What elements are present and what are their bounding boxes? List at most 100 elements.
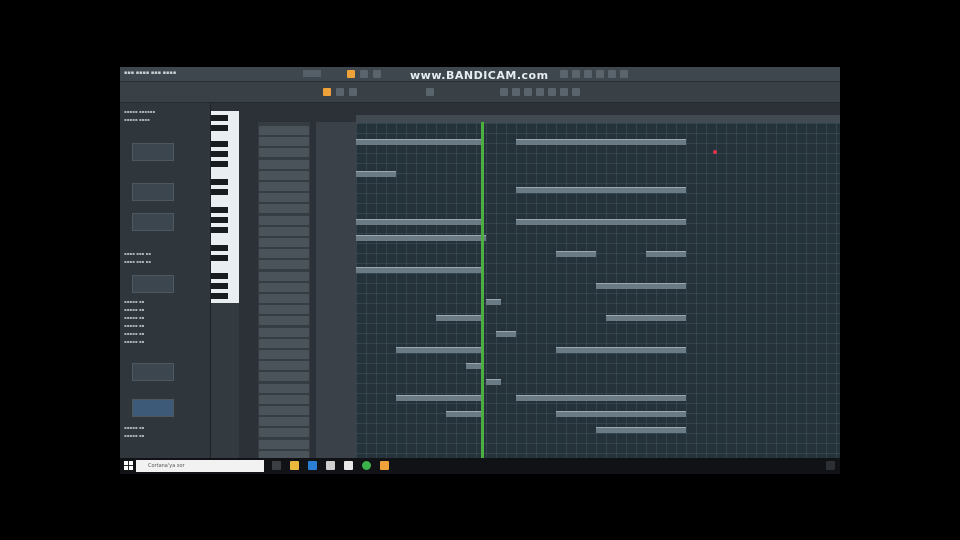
track-header[interactable] xyxy=(259,305,309,315)
track-header[interactable] xyxy=(259,350,309,359)
edge-icon[interactable] xyxy=(308,461,317,470)
tempo-display[interactable] xyxy=(303,70,321,77)
browser-item[interactable]: ▪▪▪▪▪ ▪▪ xyxy=(124,331,204,337)
browser-item[interactable]: ▪▪▪▪▪ ▪▪▪▪▪▪ xyxy=(124,109,204,115)
pattern-clip[interactable] xyxy=(516,395,686,401)
pattern-clip[interactable] xyxy=(396,395,484,401)
plugin-thumbnail[interactable] xyxy=(132,213,174,231)
pattern-clip[interactable] xyxy=(396,347,484,353)
pattern-clip[interactable] xyxy=(356,171,396,177)
pattern-clip[interactable] xyxy=(646,251,686,257)
toolbar-icon[interactable] xyxy=(596,70,604,78)
track-header[interactable] xyxy=(259,372,309,382)
track-header[interactable] xyxy=(259,316,309,326)
pattern-clip[interactable] xyxy=(516,187,686,193)
browser-item[interactable]: ▪▪▪▪▪ ▪▪ xyxy=(124,323,204,329)
toolbar-icon[interactable] xyxy=(512,88,520,96)
track-header[interactable] xyxy=(259,294,309,303)
pattern-clip[interactable] xyxy=(496,331,516,337)
pattern-clip[interactable] xyxy=(556,251,596,257)
pattern-clip[interactable] xyxy=(486,379,501,385)
track-header[interactable] xyxy=(259,271,309,281)
pattern-clip[interactable] xyxy=(466,363,481,369)
track-header[interactable] xyxy=(259,238,309,247)
pattern-clip[interactable] xyxy=(516,139,686,145)
play-button[interactable] xyxy=(360,70,368,78)
toolbar-icon[interactable] xyxy=(426,88,434,96)
task-view-icon[interactable] xyxy=(272,461,281,470)
toolbar-icon[interactable] xyxy=(548,88,556,96)
notification-icon[interactable] xyxy=(826,461,835,470)
playlist-grid[interactable] xyxy=(356,123,840,458)
pattern-clip[interactable] xyxy=(436,315,484,321)
toolbar-icon[interactable] xyxy=(349,88,357,96)
toolbar-icon[interactable] xyxy=(620,70,628,78)
plugin-thumbnail[interactable] xyxy=(132,275,174,293)
track-header[interactable] xyxy=(259,282,309,292)
menu-item[interactable]: ▪▪▪ ▪▪▪▪ ▪▪▪ ▪▪▪▪ xyxy=(124,70,176,76)
toolbar-icon[interactable] xyxy=(572,88,580,96)
track-header[interactable] xyxy=(259,338,309,348)
toolbar-icon[interactable] xyxy=(560,88,568,96)
browser-item[interactable]: ▪▪▪▪▪ ▪▪ xyxy=(124,307,204,313)
browser-item[interactable]: ▪▪▪▪▪ ▪▪ xyxy=(124,425,204,431)
track-header[interactable] xyxy=(259,406,309,415)
windows-start-icon[interactable] xyxy=(124,461,133,470)
record-button[interactable] xyxy=(347,70,355,78)
browser-item[interactable]: ▪▪▪▪▪ ▪▪ xyxy=(124,433,204,439)
store-icon[interactable] xyxy=(326,461,335,470)
pattern-clip[interactable] xyxy=(356,219,484,225)
browser-item[interactable]: ▪▪▪▪ ▪▪▪ ▪▪ xyxy=(124,251,204,257)
track-header[interactable] xyxy=(259,193,309,203)
track-header[interactable] xyxy=(259,137,309,147)
playhead-marker[interactable] xyxy=(481,122,484,458)
stop-button[interactable] xyxy=(373,70,381,78)
track-header[interactable] xyxy=(259,428,309,438)
plugin-thumbnail[interactable] xyxy=(132,143,174,161)
pattern-clip[interactable] xyxy=(556,411,686,417)
browser-item[interactable]: ▪▪▪▪▪ ▪▪▪▪ xyxy=(124,117,204,123)
track-header[interactable] xyxy=(259,383,309,393)
toolbar-icon[interactable] xyxy=(560,70,568,78)
pattern-mode-button[interactable] xyxy=(323,88,331,96)
track-header[interactable] xyxy=(259,215,309,225)
track-header[interactable] xyxy=(259,327,309,337)
pattern-clip[interactable] xyxy=(356,267,484,273)
track-header[interactable] xyxy=(259,226,309,236)
plugin-thumbnail[interactable] xyxy=(132,183,174,201)
toolbar-icon[interactable] xyxy=(536,88,544,96)
pattern-clip[interactable] xyxy=(356,139,484,145)
plugin-thumbnail[interactable] xyxy=(132,363,174,381)
track-header[interactable] xyxy=(259,170,309,180)
pattern-clip[interactable] xyxy=(516,219,686,225)
track-header[interactable] xyxy=(259,249,309,259)
track-header[interactable] xyxy=(259,439,309,449)
plugin-thumbnail[interactable] xyxy=(132,399,174,417)
track-header[interactable] xyxy=(259,204,309,214)
track-header[interactable] xyxy=(259,260,309,270)
piano-keys[interactable] xyxy=(211,111,239,303)
track-header[interactable] xyxy=(259,417,309,427)
pattern-clip[interactable] xyxy=(556,347,686,353)
search-input[interactable]: Cortana'ya sor xyxy=(136,460,264,472)
browser-item[interactable]: ▪▪▪▪▪ ▪▪ xyxy=(124,339,204,345)
browser-item[interactable]: ▪▪▪▪ ▪▪▪ ▪▪ xyxy=(124,259,204,265)
track-header[interactable] xyxy=(259,126,309,135)
toolbar-icon[interactable] xyxy=(584,70,592,78)
toolbar-icon[interactable] xyxy=(608,70,616,78)
fl-studio-icon[interactable] xyxy=(380,461,389,470)
timeline-ruler[interactable] xyxy=(356,115,840,123)
pattern-clip[interactable] xyxy=(596,283,686,289)
mail-icon[interactable] xyxy=(344,461,353,470)
toolbar-icon[interactable] xyxy=(524,88,532,96)
toolbar-icon[interactable] xyxy=(336,88,344,96)
pattern-clip[interactable] xyxy=(446,411,484,417)
browser-item[interactable]: ▪▪▪▪▪ ▪▪ xyxy=(124,299,204,305)
track-header[interactable] xyxy=(259,159,309,169)
pattern-clip[interactable] xyxy=(486,299,501,305)
chrome-icon[interactable] xyxy=(362,461,371,470)
track-header[interactable] xyxy=(259,361,309,371)
browser-item[interactable]: ▪▪▪▪▪ ▪▪ xyxy=(124,315,204,321)
track-header[interactable] xyxy=(259,182,309,191)
pattern-clip[interactable] xyxy=(356,235,486,241)
